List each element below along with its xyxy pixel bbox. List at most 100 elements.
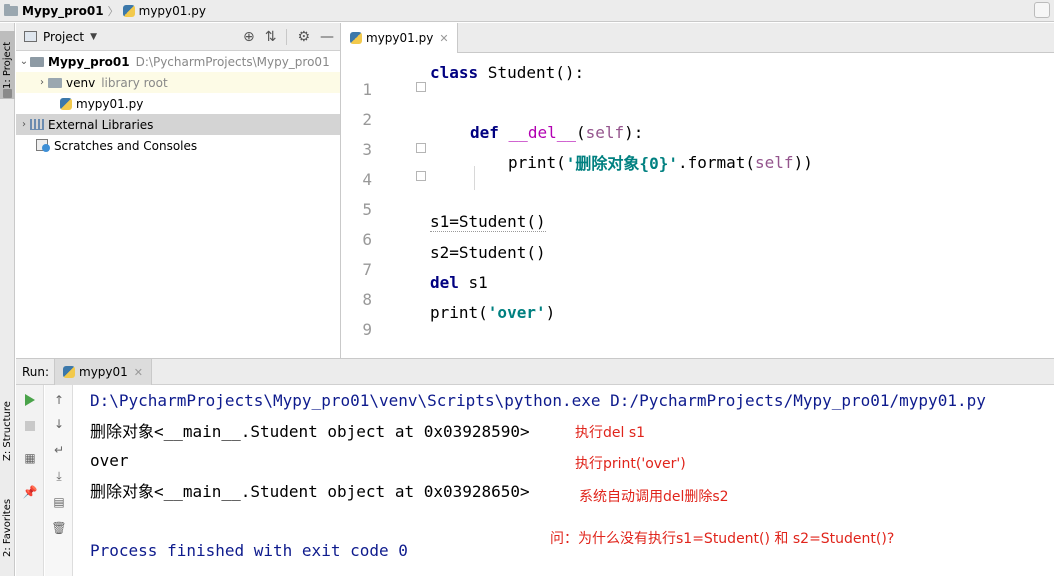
console-output-line: 删除对象<__main__.Student object at 0x039285… <box>90 422 530 441</box>
project-panel: Project ▼ ⊕ ⇅ ⚙ — ⌄ Mypy_pro01 D:\Pychar… <box>16 23 341 358</box>
tree-item-file[interactable]: mypy01.py <box>16 93 340 114</box>
left-tool-stripe: 1: Project Z: Structure 2: Favorites <box>0 23 15 576</box>
fold-marker-icon[interactable] <box>416 171 426 181</box>
code-line-9[interactable]: print('over') <box>430 297 555 327</box>
chevron-down-icon[interactable]: ⌄ <box>18 56 30 67</box>
favorites-tool-tab-label: 2: Favorites <box>2 498 13 558</box>
folder-icon <box>4 3 18 16</box>
run-panel: Run: mypy01 ✕ ▦ 📌 ↑ ↓ ↵ ⤓ ▤ 🗑 D:\Pycharm… <box>16 358 1054 576</box>
tree-root-path: D:\PycharmProjects\Mypy_pro01 <box>135 54 330 69</box>
structure-tool-tab[interactable]: Z: Structure <box>0 391 15 471</box>
fold-marker-icon[interactable] <box>416 143 426 153</box>
console-command-line: D:\PycharmProjects\Mypy_pro01\venv\Scrip… <box>90 390 986 410</box>
arrow-down-icon[interactable]: ↓ <box>52 417 66 431</box>
python-file-icon <box>63 366 75 378</box>
line-number: 5 <box>362 200 372 219</box>
layout-icon[interactable]: ▦ <box>23 451 37 465</box>
run-toolbar: ▦ 📌 <box>16 385 44 576</box>
close-icon[interactable]: ✕ <box>134 366 143 379</box>
scratches-icon <box>36 139 50 152</box>
editor-tab-mypy01[interactable]: mypy01.py ✕ <box>342 23 458 53</box>
code-token: print( <box>508 152 566 172</box>
console-output-line: 删除对象<__main__.Student object at 0x039286… <box>90 482 530 501</box>
user-icon[interactable] <box>1034 2 1050 18</box>
folder-icon <box>30 56 44 67</box>
code-line-1[interactable]: class Student(): <box>430 57 584 87</box>
tree-root-name: Mypy_pro01 <box>48 54 130 69</box>
line-number: 1 <box>362 80 372 99</box>
annotation-text: 执行del s1 <box>575 425 646 441</box>
print-icon[interactable]: ▤ <box>52 495 66 509</box>
code-line-8[interactable]: del s1 <box>430 267 488 297</box>
pin-icon[interactable]: 📌 <box>23 485 38 499</box>
line-number: 3 <box>362 140 372 159</box>
project-tool-icon <box>3 89 12 98</box>
chevron-right-icon[interactable]: › <box>18 119 30 130</box>
rerun-icon[interactable] <box>23 393 37 407</box>
structure-tool-tab-label: Z: Structure <box>2 401 13 461</box>
breadcrumb-file[interactable]: mypy01.py <box>139 4 206 18</box>
tree-item-venv[interactable]: › venv library root <box>16 72 340 93</box>
console-finish-line: Process finished with exit code 0 <box>90 540 408 560</box>
tree-item-scratches[interactable]: Scratches and Consoles <box>16 135 340 156</box>
run-panel-header: Run: mypy01 ✕ <box>16 359 1054 385</box>
soft-wrap-icon[interactable]: ↵ <box>52 443 66 457</box>
run-tab-label: mypy01 <box>79 365 128 379</box>
line-number-gutter: 1 2 3 4 5 6 7 8 9 <box>342 54 414 358</box>
code-editor: mypy01.py ✕ 1 2 3 4 5 6 7 8 9 class Stud… <box>342 23 1054 358</box>
console-toolbar: ↑ ↓ ↵ ⤓ ▤ 🗑 <box>45 385 73 576</box>
code-token: print( <box>430 302 488 322</box>
tree-external-libraries-label: External Libraries <box>48 117 154 132</box>
tree-item-external-libraries[interactable]: › External Libraries <box>16 114 340 135</box>
code-token: self <box>585 122 625 142</box>
code-token: def <box>470 122 499 142</box>
tree-file-label: mypy01.py <box>76 96 144 111</box>
editor-tab-bar: mypy01.py ✕ <box>342 23 1054 53</box>
code-token: ( <box>575 122 586 142</box>
line-number: 6 <box>362 230 372 249</box>
chevron-down-icon[interactable]: ▼ <box>90 32 97 42</box>
code-token: )) <box>793 152 813 172</box>
python-file-icon <box>122 4 135 17</box>
code-line-4[interactable]: print('删除对象{0}' .format(self)) <box>508 147 813 177</box>
gear-icon[interactable]: ⚙ <box>297 29 310 45</box>
fold-marker-icon[interactable] <box>416 82 426 92</box>
locate-icon[interactable]: ⊕ <box>243 29 255 45</box>
console-output-line: over <box>90 450 129 470</box>
code-token: s2=Student() <box>430 242 546 262</box>
scroll-to-end-icon[interactable]: ⤓ <box>52 469 66 483</box>
chevron-right-icon[interactable]: › <box>36 77 48 88</box>
arrow-up-icon[interactable]: ↑ <box>52 393 66 407</box>
project-view-selector[interactable]: Project <box>43 30 84 44</box>
favorites-tool-tab[interactable]: 2: Favorites <box>0 488 15 568</box>
editor-tab-label: mypy01.py <box>366 31 434 45</box>
code-token: 'over' <box>487 302 546 322</box>
toolbar-divider <box>286 29 288 45</box>
code-line-3[interactable]: def __del__(self): <box>470 117 643 147</box>
code-token: '删除对象{0}' <box>565 154 678 173</box>
trash-icon[interactable]: 🗑 <box>51 521 66 535</box>
code-token: ) <box>545 302 556 322</box>
project-header-tools: ⊕ ⇅ ⚙ — <box>243 29 334 45</box>
tree-scratches-label: Scratches and Consoles <box>54 138 198 153</box>
line-number: 9 <box>362 320 372 339</box>
code-token: .format( <box>677 152 756 172</box>
code-token: s1 <box>458 272 488 292</box>
hide-icon[interactable]: — <box>320 29 334 45</box>
close-icon[interactable]: ✕ <box>439 32 448 45</box>
project-tool-tab-label: 1: Project <box>2 41 13 89</box>
annotation-text: 系统自动调用del删除s2 <box>579 489 729 505</box>
code-token: self <box>755 152 794 172</box>
line-number: 7 <box>362 260 372 279</box>
stop-icon[interactable] <box>23 419 37 433</box>
line-number: 2 <box>362 110 372 129</box>
project-view-icon <box>24 31 37 42</box>
run-tab-mypy01[interactable]: mypy01 ✕ <box>54 359 152 385</box>
breadcrumb-project[interactable]: Mypy_pro01 <box>22 4 104 18</box>
tree-item-root[interactable]: ⌄ Mypy_pro01 D:\PycharmProjects\Mypy_pro… <box>16 51 340 72</box>
code-line-6[interactable]: s1=Student() <box>430 207 546 237</box>
chevron-right-icon: 〉 <box>107 4 119 18</box>
code-line-7[interactable]: s2=Student() <box>430 237 546 267</box>
code-token: ): <box>624 122 644 142</box>
collapse-all-icon[interactable]: ⇅ <box>265 29 277 45</box>
